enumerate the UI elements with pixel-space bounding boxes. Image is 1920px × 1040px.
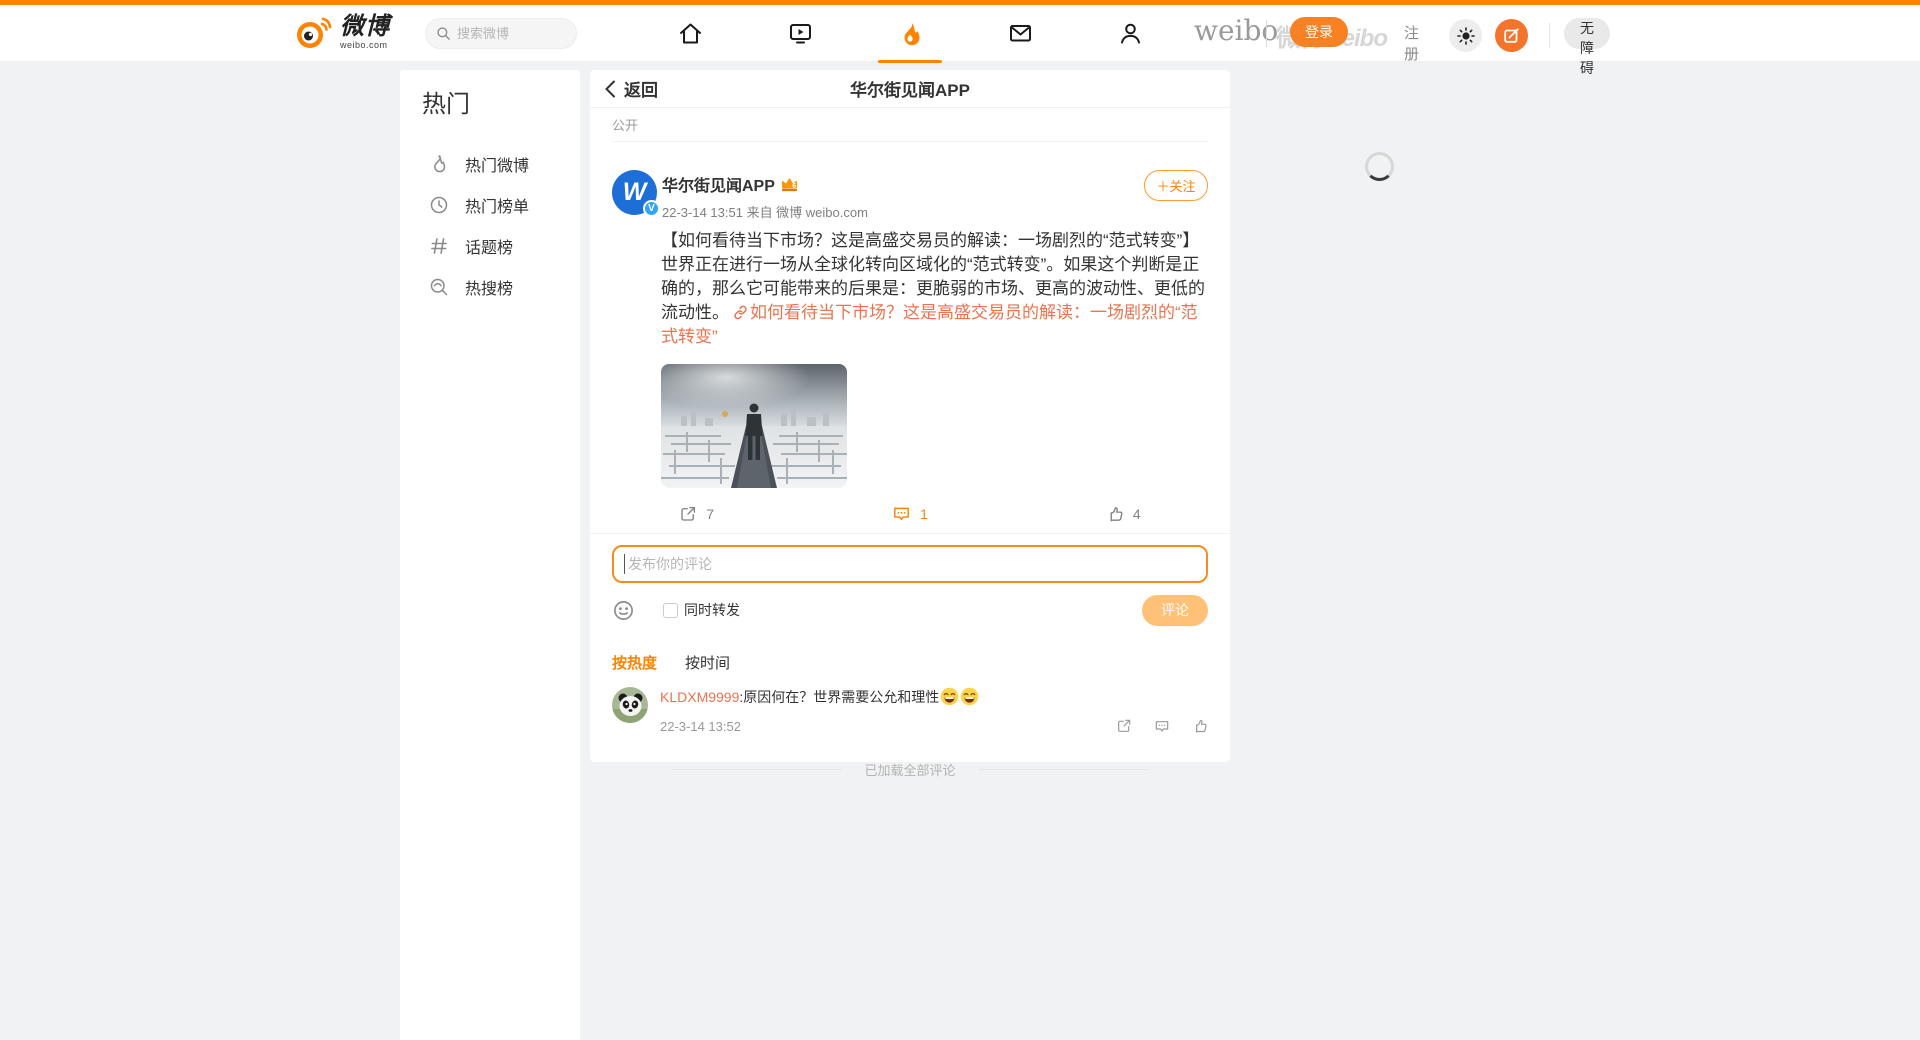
author-avatar[interactable]: W V [612, 170, 657, 215]
author-name[interactable]: 华尔街见闻APP [662, 172, 775, 196]
search-box[interactable] [425, 18, 577, 49]
tab-sort-by-time[interactable]: 按时间 [685, 652, 730, 673]
share-count: 7 [706, 506, 714, 522]
register-link[interactable]: 注册 [1404, 22, 1419, 64]
comment-like-button[interactable] [1192, 718, 1208, 734]
divider [672, 769, 842, 770]
emoji-picker-button[interactable] [612, 599, 635, 622]
share-icon [1116, 718, 1132, 734]
weibo-eye-icon [296, 16, 334, 50]
nav-hot-icon[interactable] [880, 5, 940, 62]
back-button[interactable]: 返回 [604, 76, 658, 101]
sun-icon [1457, 27, 1475, 45]
sidebar-item-label: 热搜榜 [465, 275, 513, 299]
comment-share-button[interactable] [1116, 718, 1132, 734]
page-title: 华尔街见闻APP [590, 76, 1230, 101]
accessibility-button[interactable]: 无障碍 [1564, 18, 1610, 49]
divider [612, 141, 1208, 142]
comment-timestamp: 22-3-14 13:52 [660, 719, 741, 734]
text-caret [624, 554, 625, 574]
comment-sort-tabs: 按热度 按时间 [590, 636, 1230, 673]
trend-search-icon [428, 276, 450, 298]
flame-icon [428, 153, 450, 175]
comment-row: KLDXM9999:原因何在？世界需要公允和理性 22-3-14 13:52 [590, 673, 1230, 734]
laugh-emoji [940, 693, 959, 709]
nav-messages-icon[interactable] [990, 5, 1050, 62]
login-button[interactable]: 登录 [1290, 17, 1348, 47]
follow-button[interactable]: ＋关注 [1144, 170, 1208, 201]
sidebar-item-topic-rank[interactable]: 话题榜 [400, 225, 580, 266]
post-image[interactable] [661, 364, 847, 488]
sidebar-item-label: 热门微博 [465, 152, 529, 176]
post-header: W V 华尔街见闻APP 6 22-3-14 13:51 来自 微博 weibo… [612, 170, 1208, 221]
divider [1549, 23, 1550, 48]
submit-comment-button[interactable]: 评论 [1142, 595, 1208, 626]
divider [1266, 20, 1267, 47]
nav-video-icon[interactable] [770, 5, 830, 62]
comment-input[interactable] [612, 545, 1208, 583]
laugh-emoji [960, 693, 979, 709]
sidebar-item-hot-weibo[interactable]: 热门微博 [400, 143, 580, 184]
search-input[interactable] [457, 26, 557, 41]
tab-sort-by-hot[interactable]: 按热度 [612, 652, 657, 673]
share-icon [679, 505, 697, 523]
sidebar-item-search-rank[interactable]: 热搜榜 [400, 266, 580, 307]
comment-composer: 同时转发 评论 [590, 534, 1230, 636]
compose-icon [1503, 27, 1520, 44]
back-label: 返回 [624, 76, 658, 101]
clock-icon [428, 194, 450, 216]
thumbs-up-icon [1192, 718, 1208, 734]
svg-text:6: 6 [792, 183, 796, 190]
sidebar-item-hot-rank[interactable]: 热门榜单 [400, 184, 580, 225]
comment-text: :原因何在？世界需要公允和理性 [739, 689, 939, 705]
top-navbar: 微博 weibo.com [0, 0, 1920, 62]
comment-count: 1 [920, 506, 928, 522]
link-icon [733, 305, 748, 320]
verified-badge-icon: V [643, 200, 660, 217]
like-count: 4 [1133, 506, 1141, 522]
compose-button[interactable] [1495, 19, 1528, 52]
hashtag-icon [428, 235, 450, 257]
smiley-icon [612, 599, 635, 622]
sidebar-title: 热门 [400, 70, 580, 119]
comment-icon [1154, 718, 1170, 734]
comment-icon [892, 504, 911, 523]
sidebar-item-label: 话题榜 [465, 234, 513, 258]
visibility-label: 公开 [590, 108, 1230, 134]
post-link[interactable]: 如何看待当下市场？这是高盛交易员的解读：一场剧烈的“范式转变” [661, 303, 1198, 346]
post-text: 【如何看待当下市场？这是高盛交易员的解读：一场剧烈的“范式转变”】世界正在进行一… [661, 229, 1208, 349]
sidebar-item-label: 热门榜单 [465, 193, 529, 217]
commenter-name[interactable]: KLDXM9999 [660, 689, 739, 705]
nav-home-icon[interactable] [660, 5, 720, 62]
comment-reply-button[interactable] [1154, 718, 1170, 734]
repost-label: 同时转发 [684, 600, 740, 620]
share-button[interactable]: 7 [590, 494, 803, 533]
repost-checkbox[interactable] [663, 603, 678, 618]
detail-header: 返回 华尔街见闻APP [590, 70, 1230, 108]
vip-crown-icon: 6 [780, 176, 799, 193]
post-detail-card: 返回 华尔街见闻APP 公开 W V 华尔街见闻APP 6 22- [590, 70, 1230, 762]
like-button[interactable]: 4 [1017, 494, 1230, 533]
repost-toggle[interactable]: 同时转发 [663, 600, 740, 620]
logo-domain-text: weibo.com [340, 41, 390, 50]
nav-profile-icon[interactable] [1100, 5, 1160, 62]
weibo-page: 微博 weibo.com [0, 0, 1920, 1040]
commenter-avatar[interactable] [612, 687, 648, 723]
weibo-logo[interactable]: 微博 weibo.com [296, 15, 390, 50]
comments-end-notice: 已加载全部评论 [590, 760, 1230, 779]
post-action-bar: 7 1 4 [590, 494, 1230, 534]
thumbs-up-icon [1106, 505, 1124, 523]
theme-toggle-button[interactable] [1449, 19, 1482, 52]
post-timestamp: 22-3-14 13:51 来自 微博 weibo.com [662, 202, 868, 221]
loading-spinner [1365, 152, 1394, 181]
divider [978, 769, 1148, 770]
logo-brand-text: 微博 [340, 15, 390, 39]
comment-button[interactable]: 1 [803, 494, 1016, 533]
hot-sidebar: 热门 热门微博 热门榜单 [400, 70, 580, 1040]
chevron-left-icon [604, 80, 616, 98]
search-icon [436, 26, 451, 41]
